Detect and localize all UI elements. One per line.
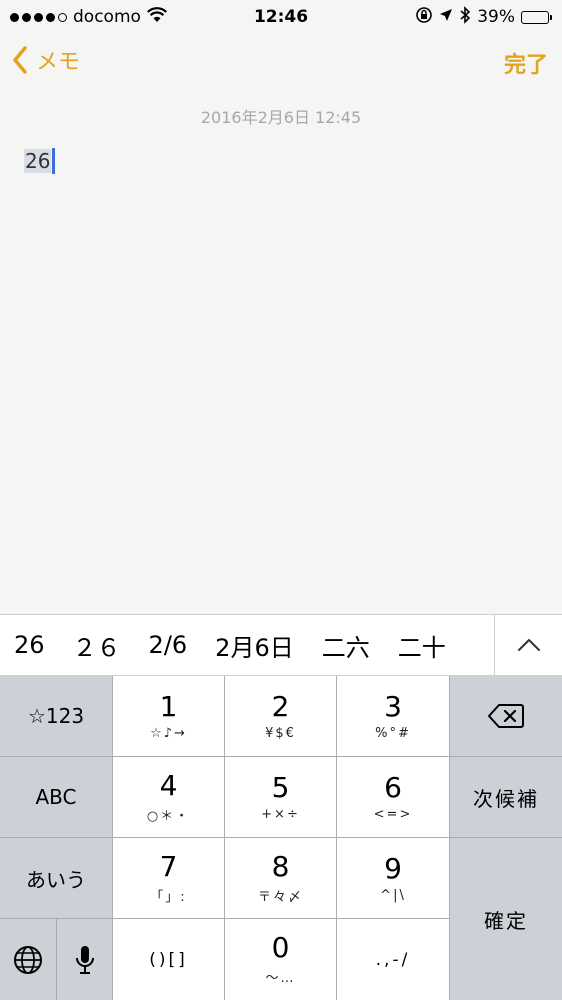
key-5[interactable]: 5 +×÷ <box>225 757 336 837</box>
candidate-item[interactable]: 二六 <box>308 628 384 663</box>
text-caret <box>52 148 56 174</box>
battery-percent: 39% <box>477 7 515 27</box>
key-4[interactable]: 4 ○＊・ <box>113 757 224 837</box>
back-button[interactable]: メモ <box>12 44 80 76</box>
done-button[interactable]: 完了 <box>504 47 548 79</box>
status-left: docomo <box>10 6 167 28</box>
candidate-item[interactable]: 26 <box>0 631 59 659</box>
note-text-area[interactable]: 26 <box>24 148 56 174</box>
note-date: 2016年2月6日 12:45 <box>200 108 362 127</box>
back-label: メモ <box>36 50 81 75</box>
confirm-key[interactable]: 確定 <box>450 838 562 1000</box>
battery-icon <box>521 10 552 24</box>
delete-key[interactable] <box>450 676 562 756</box>
dictation-key[interactable] <box>57 919 112 1000</box>
candidate-item[interactable]: ２６ <box>59 628 135 663</box>
punctuation-key[interactable]: .,-/ <box>337 919 449 1000</box>
globe-key[interactable] <box>0 919 56 1000</box>
carrier-name: docomo <box>73 7 141 27</box>
signal-strength-icon <box>10 12 67 22</box>
abc-mode-key[interactable]: ABC <box>0 757 112 837</box>
note-text[interactable]: 26 <box>24 149 52 173</box>
next-candidate-key[interactable]: 次候補 <box>450 757 562 837</box>
chevron-up-icon <box>517 639 540 651</box>
candidate-item[interactable]: 2/6 <box>135 631 202 659</box>
key-2[interactable]: 2 ¥$€ <box>225 676 336 756</box>
location-arrow-icon <box>439 7 453 27</box>
chevron-left-icon <box>13 46 27 74</box>
symbol-mode-key[interactable]: ☆123 <box>0 676 112 756</box>
globe-icon <box>14 945 42 974</box>
brackets-key[interactable]: ()[] <box>113 919 224 1000</box>
key-6[interactable]: 6 <=> <box>337 757 449 837</box>
key-3[interactable]: 3 %°# <box>337 676 449 756</box>
keyboard: ☆123 ABC あいう 1 ☆♪→ 2 ¥$€ 3 %°# 4 ○＊・ 5 +… <box>0 676 562 1000</box>
kana-mode-key[interactable]: あいう <box>0 838 112 918</box>
navigation-bar: メモ 完了 <box>0 34 562 92</box>
microphone-icon <box>75 945 94 974</box>
key-0[interactable]: 0 〜… <box>225 919 336 1000</box>
status-bar: docomo 12:46 39% <box>0 0 562 34</box>
expand-candidates-button[interactable] <box>494 615 562 675</box>
wifi-icon <box>146 6 167 28</box>
candidate-item[interactable]: 2月6日 <box>201 628 308 663</box>
status-right: 39% <box>415 5 552 29</box>
candidate-bar: 26 ２６ 2/6 2月6日 二六 二十 <box>0 614 562 676</box>
rotation-lock-icon <box>415 6 433 29</box>
key-9[interactable]: 9 ^|\ <box>337 838 449 918</box>
candidate-list: 26 ２６ 2/6 2月6日 二六 二十 <box>0 628 494 663</box>
bluetooth-icon <box>459 5 471 29</box>
candidate-item[interactable]: 二十 <box>384 628 460 663</box>
key-8[interactable]: 8 〒々〆 <box>225 838 336 918</box>
key-1[interactable]: 1 ☆♪→ <box>113 676 224 756</box>
status-time: 12:46 <box>253 7 309 27</box>
delete-backward-icon <box>488 704 524 728</box>
key-7[interactable]: 7 「」: <box>113 838 224 918</box>
